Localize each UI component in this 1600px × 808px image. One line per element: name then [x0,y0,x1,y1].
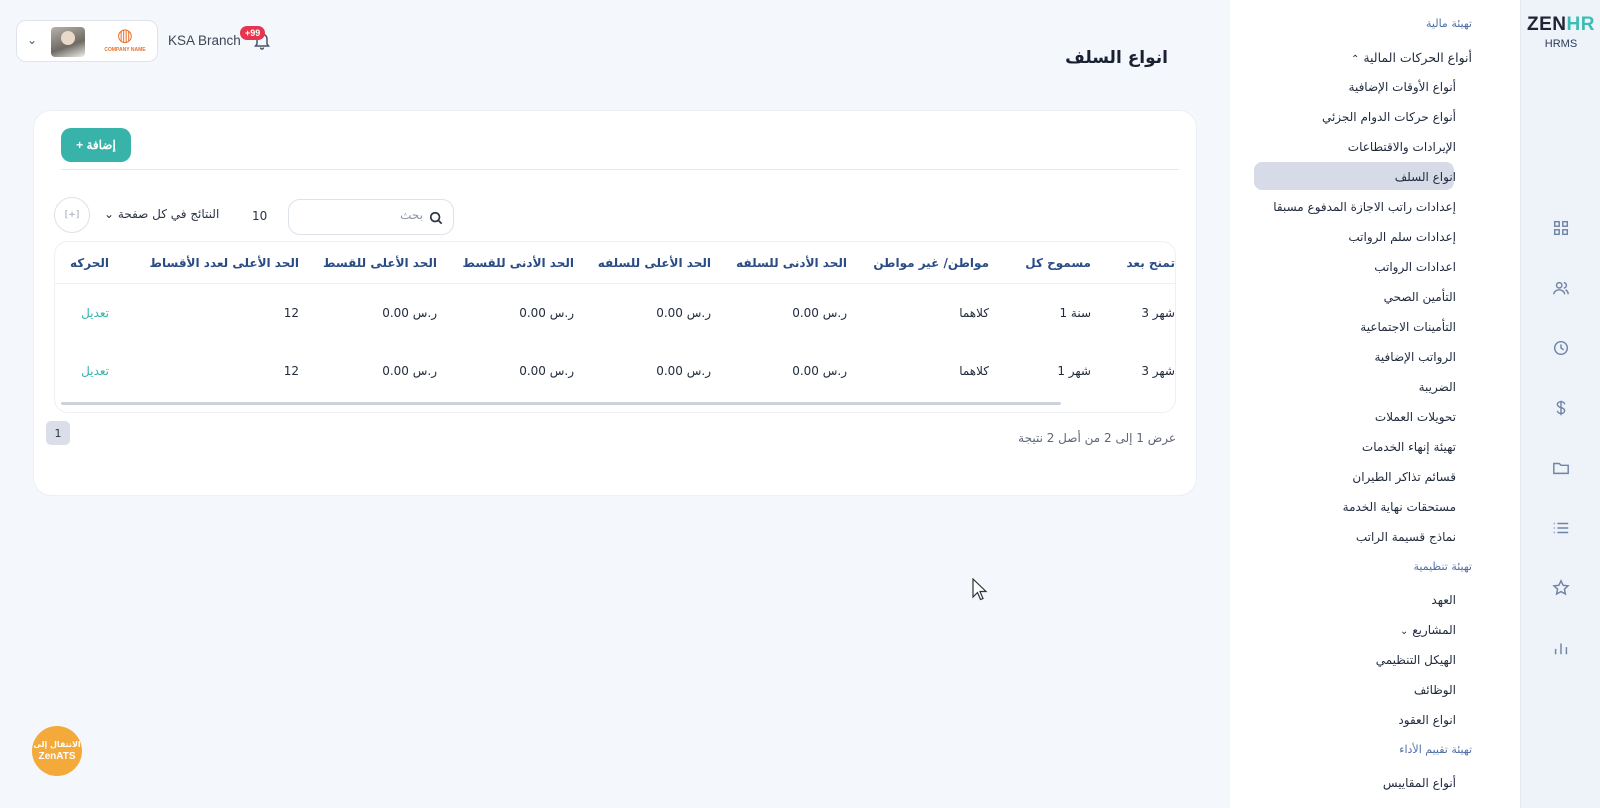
per-page-label: النتائج في كل صفحة [117,207,220,221]
cell-citizen: كلاهما [959,306,989,320]
sidebar-item-salary-settings[interactable]: اعدادات الرواتب [1374,260,1456,274]
notification-badge: +99 [240,26,266,40]
star-icon[interactable] [1551,578,1571,598]
sidebar-item-jobs[interactable]: الوظائف [1414,683,1456,697]
zenhr-logo[interactable]: ZENHR HRMS [1521,14,1600,50]
branch-name[interactable]: KSA Branch [168,33,241,48]
sidebar-item-social-security[interactable]: التأمينات الاجتماعية [1360,320,1456,334]
sidebar-item-payslip[interactable]: نماذج قسيمة الراتب [1356,530,1456,544]
folder-icon[interactable] [1551,458,1571,478]
header-min-loan: الحد الأدنى للسلفه [736,256,847,270]
chevron-down-icon: ⌄ [1399,626,1409,637]
sidebar-item-loan-types[interactable]: انواع السلف [1395,170,1456,184]
sidebar-item-org-structure[interactable]: الهيكل التنظيمي [1376,653,1456,667]
list-icon[interactable] [1551,518,1571,538]
cell-max-installment: 0.00 ر.س [382,364,437,378]
cell-granted-after: 3 شهر [1141,364,1175,378]
sidebar-item-vacation-salary[interactable]: إعدادات راتب الاجازة المدفوع مسبقا [1273,200,1456,214]
header-allowed-every: مسموح كل [1025,256,1091,270]
bar-chart-icon[interactable] [1551,638,1571,658]
page-button-1[interactable]: 1 [46,421,70,445]
add-button[interactable]: + إضافة [61,128,131,162]
dollar-icon[interactable] [1551,398,1571,418]
grid-icon[interactable] [1551,218,1571,238]
cell-max-loan: 0.00 ر.س [656,306,711,320]
group-performance: تهيئة تقييم الأداء [1399,743,1472,756]
sidebar-item-metric-types[interactable]: أنواع المقاييس [1383,776,1456,790]
cell-installments-count: 12 [283,364,299,378]
results-summary: عرض 1 إلى 2 من أصل 2 نتيجة [1018,431,1176,445]
cell-min-loan: 0.00 ر.س [792,306,847,320]
cell-installments-count: 12 [283,306,299,320]
zenats-line2: ZenATS [38,751,76,762]
avatar [51,27,85,57]
sidebar-item-salary-scale[interactable]: إعدادات سلم الرواتب [1348,230,1456,244]
sidebar-item-currency[interactable]: تحويلات العملات [1375,410,1456,424]
sidebar-item-tickets[interactable]: قسائم تذاكر الطيران [1352,470,1456,484]
settings-sidebar: تهيئة مالية ⌃ أنواع الحركات المالية أنوا… [1230,0,1520,808]
header-divider [55,283,1175,284]
export-icon[interactable]: [+] [54,197,90,233]
cell-allowed-every: 1 سنة [1059,306,1091,320]
header-max-loan: الحد الأعلى للسلفه [597,256,711,270]
per-page-select[interactable]: ⌄ النتائج في كل صفحة [104,207,219,221]
header-min-installment: الحد الأدنى للقسط [462,256,574,270]
mouse-cursor-icon [972,578,988,601]
sidebar-item-earnings[interactable]: الإيرادات والاقتطاعات [1348,140,1456,154]
zenats-line1: الانتقال إلى [33,740,81,749]
sidebar-item-parttime[interactable]: أنواع حركات الدوام الجزئي [1322,110,1456,124]
cell-min-installment: 0.00 ر.س [519,306,574,320]
cell-min-loan: 0.00 ر.س [792,364,847,378]
per-page-value[interactable]: 10 [252,209,267,223]
sidebar-item-contract-types[interactable]: انواع العقود [1398,713,1456,727]
edit-link[interactable]: تعديل [81,364,109,378]
user-company-switcher[interactable]: ⌄ ◍ COMPANY NAME [16,20,158,62]
sidebar-item-eos[interactable]: مستحقات نهاية الخدمة [1343,500,1456,514]
cell-min-installment: 0.00 ر.س [519,364,574,378]
group-financial: تهيئة مالية [1426,17,1472,30]
search-icon [429,210,443,229]
sidebar-parent-financial[interactable]: ⌃ أنواع الحركات المالية [1345,50,1472,65]
divider [61,169,1179,170]
header-actions: الحركه [70,256,109,270]
sidebar-item-projects[interactable]: ⌄ المشاريع [1394,623,1456,637]
sidebar-item-termination[interactable]: تهيئة إنهاء الخدمات [1362,440,1456,454]
edit-link[interactable]: تعديل [81,306,109,320]
cell-citizen: كلاهما [959,364,989,378]
sidebar-item-projects-label: المشاريع [1412,623,1456,637]
clock-icon[interactable] [1551,338,1571,358]
header-max-installments-count: الحد الأعلى لعدد الأقساط [149,256,299,270]
header-max-installment: الحد الأعلى للقسط [323,256,437,270]
group-org: تهيئة تنظيمية [1413,560,1472,573]
sidebar-item-tax[interactable]: الضريبة [1419,380,1456,394]
users-icon[interactable] [1551,278,1571,298]
cell-granted-after: 3 شهر [1141,306,1175,320]
search-box[interactable] [288,199,454,235]
horizontal-scrollbar[interactable] [61,402,1061,405]
sidebar-item-health-insurance[interactable]: التأمين الصحي [1384,290,1456,304]
icon-rail: ZENHR HRMS [1520,0,1600,808]
sidebar-parent-label: أنواع الحركات المالية [1363,50,1472,65]
company-name: COMPANY NAME [104,47,146,53]
loan-types-card: + إضافة [+] ⌄ النتائج في كل صفحة 10 تمنح… [33,110,1197,496]
chevron-down-icon: ⌄ [27,33,38,47]
cell-max-loan: 0.00 ر.س [656,364,711,378]
header-granted-after: تمنح بعد [1126,256,1176,270]
sidebar-item-extra-salaries[interactable]: الرواتب الإضافية [1375,350,1457,364]
cell-max-installment: 0.00 ر.س [382,306,437,320]
page-title: انواع السلف [1065,48,1168,68]
chevron-down-icon: ⌄ [104,207,115,221]
globe-icon: ◍ [117,25,133,46]
sidebar-item-overtime[interactable]: أنواع الأوقات الإضافية [1349,80,1456,94]
sidebar-item-custody[interactable]: العهد [1431,593,1456,607]
chevron-up-icon: ⌃ [1350,54,1360,65]
cell-allowed-every: 1 شهر [1057,364,1091,378]
company-logo: ◍ COMPANY NAME [99,25,151,59]
header-citizen: مواطن/ غير مواطن [873,256,989,270]
search-input[interactable] [313,208,423,222]
zenats-button[interactable]: الانتقال إلى ZenATS [32,726,82,776]
loan-types-table: تمنح بعد مسموح كل مواطن/ غير مواطن الحد … [54,241,1176,413]
